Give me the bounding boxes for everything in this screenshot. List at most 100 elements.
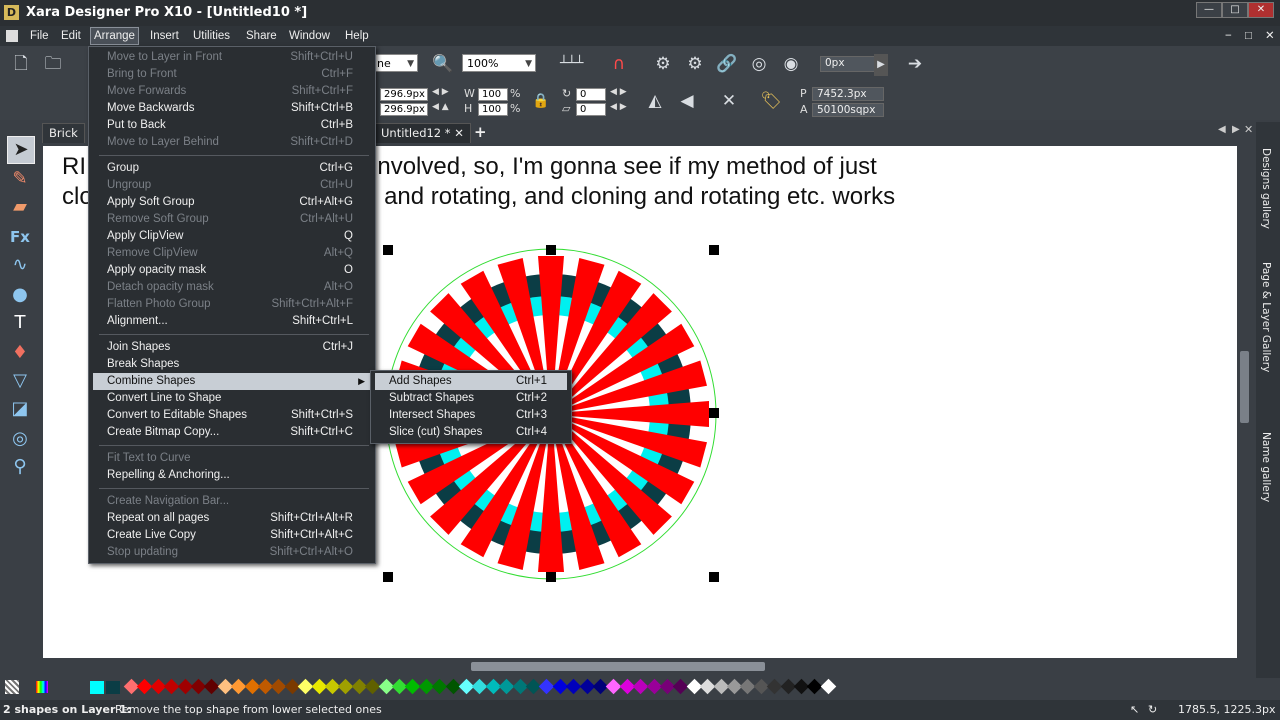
close-icon[interactable]: ✕ (454, 126, 464, 140)
x-arrows-icon[interactable]: ◀ ▶ (432, 87, 449, 97)
text-tool-icon[interactable]: T (7, 310, 33, 336)
x-field[interactable]: 296.9px (380, 88, 428, 101)
submenu-item-intersect-shapes[interactable]: Intersect Shapes Ctrl+3 (375, 407, 567, 424)
color-swatch[interactable] (820, 678, 837, 695)
y-arrows-icon[interactable]: ◀ ▲ (432, 102, 449, 112)
menu-item-convert-to-editable-shapes[interactable]: Convert to Editable Shapes Shift+Ctrl+S (93, 407, 371, 424)
menu-item-create-live-copy[interactable]: Create Live Copy Shift+Ctrl+Alt+C (93, 527, 371, 544)
menu-item-convert-line-to-shape[interactable]: Convert Line to Shape (93, 390, 371, 407)
submenu-item-slice-cut-shapes[interactable]: Slice (cut) Shapes Ctrl+4 (375, 424, 567, 441)
selection-handle[interactable] (546, 572, 556, 582)
menu-item-create-bitmap-copy[interactable]: Create Bitmap Copy... Shift+Ctrl+C (93, 424, 371, 441)
tag-icon[interactable]: 🏷 (760, 90, 782, 112)
selector-tool-icon[interactable]: ➤ (7, 136, 35, 164)
contour-tool-icon[interactable]: ◎ (7, 426, 33, 452)
zoom-tool-icon[interactable]: ⚲ (7, 454, 33, 480)
selection-handle[interactable] (383, 572, 393, 582)
menu-item-repelling-anchoring[interactable]: Repelling & Anchoring... (93, 467, 371, 484)
menu-help[interactable]: Help (342, 28, 372, 44)
mdi-close-button[interactable]: ✕ (1262, 28, 1278, 44)
mdi-restore-button[interactable]: □ (1242, 28, 1255, 44)
no-color-swatch[interactable] (5, 680, 19, 694)
magnet-snap-icon[interactable]: ∩ (608, 53, 630, 75)
wireless-icon[interactable]: ◉ (780, 53, 802, 75)
vertical-scrollbar[interactable] (1237, 146, 1253, 658)
page-options-icon[interactable]: ⚙ (652, 53, 674, 75)
tab-scroll-right-icon[interactable]: ▶ (1232, 124, 1240, 135)
web-properties-icon[interactable]: ◎ (748, 53, 770, 75)
submenu-item-subtract-shapes[interactable]: Subtract Shapes Ctrl+2 (375, 390, 567, 407)
open-folder-icon[interactable]: 🗀 (42, 53, 64, 75)
selection-handle[interactable] (546, 245, 556, 255)
selection-handle[interactable] (709, 408, 719, 418)
maximize-button[interactable]: □ (1222, 2, 1248, 18)
zoom-combo[interactable]: 100% ▼ (462, 54, 536, 72)
flip-horizontal-icon[interactable]: ◭ (644, 90, 666, 112)
width-field[interactable]: 100 (478, 88, 508, 101)
document-icon[interactable] (6, 30, 18, 42)
name-gallery-tab[interactable]: Name gallery (1260, 432, 1272, 502)
add-tab-icon[interactable]: + (474, 123, 487, 141)
transform-icon[interactable]: ✕ (718, 90, 740, 112)
eraser-tool-icon[interactable]: ▰ (7, 194, 33, 220)
shadow-tool-icon[interactable]: ◪ (7, 396, 33, 422)
fill-tool-icon[interactable]: ♦ (7, 340, 33, 366)
menu-item-break-shapes[interactable]: Break Shapes (93, 356, 371, 373)
close-button[interactable]: ✕ (1248, 2, 1274, 18)
bezier-tool-icon[interactable]: ∿ (7, 252, 33, 278)
menu-item-group[interactable]: Group Ctrl+G (93, 160, 371, 177)
close-icon[interactable]: ✕ (1244, 123, 1253, 136)
menu-window[interactable]: Window (286, 28, 333, 44)
menu-share[interactable]: Share (243, 28, 280, 44)
export-arrow-icon[interactable]: ➔ (904, 53, 926, 75)
menu-item-move-backwards[interactable]: Move Backwards Shift+Ctrl+B (93, 100, 371, 117)
selection-handle[interactable] (709, 572, 719, 582)
menu-item-apply-clipview[interactable]: Apply ClipView Q (93, 228, 371, 245)
submenu-item-add-shapes[interactable]: Add Shapes Ctrl+1 (375, 373, 567, 390)
line-width-combo[interactable]: ne ▼ (372, 54, 418, 72)
skew-arrows-icon[interactable]: ◀ ▶ (610, 102, 627, 112)
menu-item-alignment[interactable]: Alignment... Shift+Ctrl+L (93, 313, 371, 330)
zoom-tool-icon[interactable]: 🔍 (432, 53, 454, 75)
current-color-swatch[interactable] (106, 681, 120, 694)
snap-icon[interactable]: ↖ (1130, 700, 1139, 720)
rotation-field[interactable]: 0 (576, 88, 606, 101)
flip-vertical-icon[interactable]: ◀ (676, 90, 698, 112)
selection-handle[interactable] (383, 245, 393, 255)
menu-utilities[interactable]: Utilities (190, 28, 233, 44)
y-field[interactable]: 296.9px (380, 103, 428, 116)
menu-item-join-shapes[interactable]: Join Shapes Ctrl+J (93, 339, 371, 356)
menu-item-repeat-on-all-pages[interactable]: Repeat on all pages Shift+Ctrl+Alt+R (93, 510, 371, 527)
ruler-icon[interactable]: ┴┴┴ (560, 53, 583, 75)
ellipse-tool-icon[interactable]: ● (7, 282, 33, 308)
offset-arrow-icon[interactable]: ▶ (874, 54, 888, 76)
page-layer-gallery-tab[interactable]: Page & Layer Gallery (1260, 262, 1272, 372)
page-setup-icon[interactable]: ⚙ (684, 53, 706, 75)
menu-item-combine-shapes[interactable]: Combine Shapes ▶ (93, 373, 371, 390)
offset-field[interactable]: 0px (820, 56, 876, 72)
skew-field[interactable]: 0 (576, 103, 606, 116)
menu-file[interactable]: File (27, 28, 52, 44)
tab-untitled12[interactable]: Untitled12 * ✕ (374, 123, 471, 143)
designs-gallery-tab[interactable]: Designs gallery (1260, 148, 1272, 229)
selection-handle[interactable] (709, 245, 719, 255)
menu-arrange[interactable]: Arrange (90, 27, 139, 45)
mdi-minimize-button[interactable]: − (1222, 28, 1235, 44)
rotation-arrows-icon[interactable]: ◀ ▶ (610, 87, 627, 97)
fx-tool-icon[interactable]: Fx (7, 224, 33, 250)
transparency-tool-icon[interactable]: ▽ (7, 368, 33, 394)
height-field[interactable]: 100 (478, 103, 508, 116)
lock-aspect-icon[interactable]: 🔒 (532, 93, 549, 109)
menu-item-apply-opacity-mask[interactable]: Apply opacity mask O (93, 262, 371, 279)
tab-brick[interactable]: Brick (42, 123, 85, 143)
menu-edit[interactable]: Edit (58, 28, 84, 44)
horizontal-scroll-thumb[interactable] (471, 662, 765, 671)
link-icon[interactable]: 🔗 (716, 53, 738, 75)
vertical-scroll-thumb[interactable] (1240, 351, 1249, 423)
menu-item-apply-soft-group[interactable]: Apply Soft Group Ctrl+Alt+G (93, 194, 371, 211)
menu-item-put-to-back[interactable]: Put to Back Ctrl+B (93, 117, 371, 134)
color-editor-icon[interactable] (36, 681, 48, 693)
menu-insert[interactable]: Insert (147, 28, 182, 44)
current-color-swatch[interactable] (90, 681, 104, 694)
minimize-button[interactable]: — (1196, 2, 1222, 18)
